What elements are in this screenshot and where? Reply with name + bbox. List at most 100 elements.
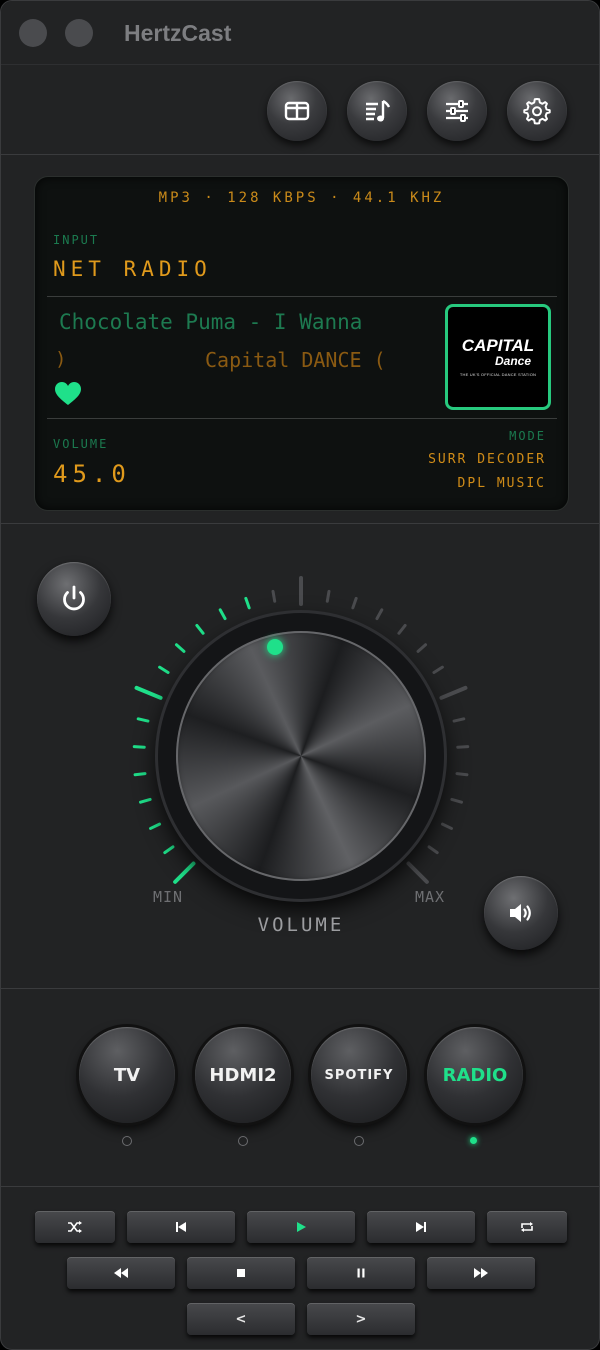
dial-tick	[134, 685, 163, 700]
rewind-icon	[114, 1268, 128, 1278]
power-button[interactable]	[37, 562, 111, 636]
title-bar: HertzCast	[1, 1, 599, 65]
app-title: HertzCast	[124, 20, 232, 46]
equalizer-icon	[446, 100, 468, 122]
pause-button[interactable]	[307, 1257, 415, 1289]
dial-tick	[450, 797, 463, 804]
source-radio-button[interactable]: RADIO	[427, 1027, 523, 1123]
dial-tick	[452, 717, 466, 723]
skip-previous-button[interactable]	[127, 1211, 235, 1243]
display-divider	[47, 418, 557, 419]
input-value: NET RADIO	[53, 257, 212, 281]
favorite-heart-icon[interactable]	[55, 382, 81, 406]
source-spotify-button[interactable]: SPOTIFY	[311, 1027, 407, 1123]
source-tv-indicator	[122, 1136, 132, 1146]
stop-button[interactable]	[187, 1257, 295, 1289]
close-window-button[interactable]	[19, 19, 47, 47]
input-source-selector: TV HDMI2 SPOTIFY RADIO	[1, 989, 599, 1187]
dial-tick	[416, 643, 428, 653]
dial-tick	[455, 772, 469, 777]
source-radio-indicator	[470, 1137, 477, 1144]
play-button[interactable]	[247, 1211, 355, 1243]
skip-previous-icon	[176, 1222, 186, 1232]
dial-tick	[427, 845, 439, 855]
dial-tick	[158, 665, 170, 674]
gear-icon	[523, 98, 551, 125]
dial-tick	[397, 623, 407, 635]
dial-tick	[375, 608, 384, 621]
minimize-window-button[interactable]	[65, 19, 93, 47]
input-label: INPUT	[53, 233, 100, 247]
volume-knob-section: MIN MAX VOLUME	[1, 523, 599, 989]
settings-button[interactable]	[507, 81, 567, 141]
track-title: Chocolate Puma - I Wanna	[59, 310, 363, 334]
dial-tick	[132, 745, 146, 749]
station-logo-tagline: THE UK'S OFFICIAL DANCE STATION	[459, 371, 537, 377]
volume-knob-indicator	[266, 639, 283, 656]
playlist-icon	[366, 99, 391, 122]
app-window: HertzCast MP3 · 128 KBPS · 44.1 KHZ INPU…	[0, 0, 600, 1350]
dial-max-label: MAX	[415, 888, 446, 906]
fast-forward-icon	[474, 1268, 488, 1278]
station-logo: CAPITAL Dance THE UK'S OFFICIAL DANCE ST…	[445, 304, 551, 410]
split-view-icon	[284, 101, 310, 121]
dial-tick	[325, 589, 331, 603]
dial-tick	[432, 665, 444, 674]
source-spotify-indicator	[354, 1136, 364, 1146]
track-title-continuation: )	[55, 348, 67, 370]
fast-forward-button[interactable]	[427, 1257, 535, 1289]
source-hdmi2-button[interactable]: HDMI2	[195, 1027, 291, 1123]
dial-tick	[440, 822, 453, 830]
dial-tick	[163, 845, 175, 855]
source-tv-button[interactable]: TV	[79, 1027, 175, 1123]
rewind-button[interactable]	[67, 1257, 175, 1289]
dial-tick	[218, 608, 227, 621]
shuffle-button[interactable]	[35, 1211, 115, 1243]
speaker-volume-icon	[510, 904, 531, 922]
volume-label: VOLUME	[53, 437, 109, 451]
dial-tick	[456, 745, 470, 749]
dial-min-label: MIN	[153, 888, 184, 906]
shuffle-icon	[68, 1221, 82, 1233]
pause-icon	[357, 1268, 365, 1278]
dial-tick	[351, 596, 358, 610]
dial-tick	[133, 772, 147, 777]
station-name: Capital DANCE (	[205, 348, 386, 372]
dial-tick	[244, 596, 251, 610]
dial-tick	[271, 589, 277, 603]
previous-page-button[interactable]: <	[187, 1303, 295, 1335]
split-view-button[interactable]	[267, 81, 327, 141]
dial-tick	[439, 685, 468, 700]
skip-next-button[interactable]	[367, 1211, 475, 1243]
mode-label: MODE	[509, 429, 546, 443]
stop-icon	[237, 1269, 245, 1277]
volume-knob[interactable]	[158, 613, 444, 899]
next-page-button[interactable]: >	[307, 1303, 415, 1335]
toolbar	[1, 65, 599, 155]
now-playing-display: MP3 · 128 KBPS · 44.1 KHZ INPUT NET RADI…	[34, 176, 569, 511]
volume-value: 45.0	[53, 460, 131, 488]
station-logo-main: CAPITAL	[461, 335, 535, 355]
dial-tick	[174, 643, 186, 653]
play-icon	[297, 1222, 306, 1232]
station-logo-sub: Dance	[494, 353, 532, 368]
dial-tick	[406, 861, 429, 884]
mode-value-surround: SURR DECODER	[428, 452, 546, 467]
mode-value-dpl: DPL MUSIC	[457, 476, 546, 491]
power-icon	[63, 585, 85, 611]
dial-tick	[136, 717, 150, 723]
dial-tick	[149, 822, 162, 830]
repeat-button[interactable]	[487, 1211, 567, 1243]
volume-knob-face	[176, 631, 426, 881]
dial-tick	[173, 861, 196, 884]
repeat-icon	[521, 1222, 533, 1232]
dial-tick	[139, 797, 152, 804]
playlist-button[interactable]	[347, 81, 407, 141]
mute-button[interactable]	[484, 876, 558, 950]
display-divider	[47, 296, 557, 297]
transport-controls: < >	[1, 1187, 599, 1349]
dial-tick	[195, 623, 205, 635]
skip-next-icon	[416, 1222, 426, 1232]
equalizer-button[interactable]	[427, 81, 487, 141]
stream-format: MP3 · 128 KBPS · 44.1 KHZ	[158, 190, 445, 206]
